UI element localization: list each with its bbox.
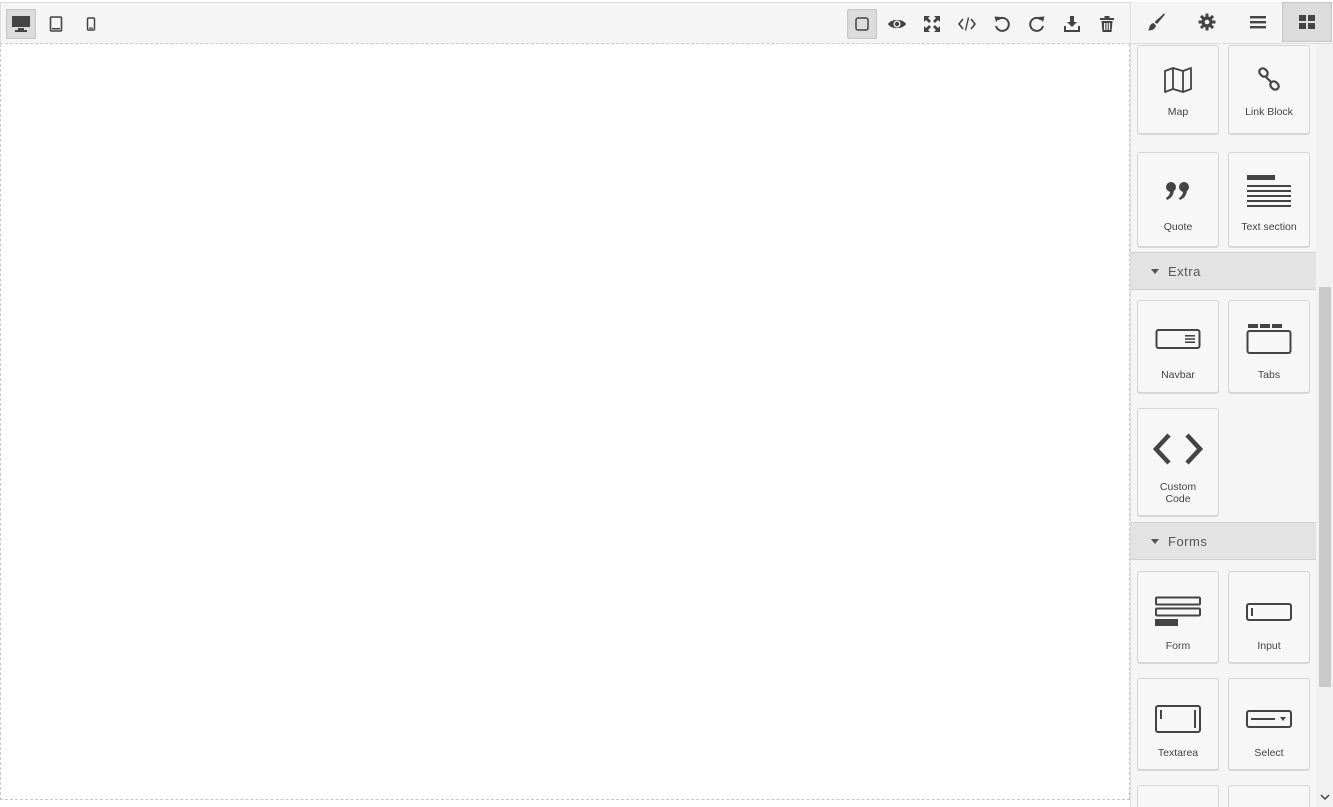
scroll-down-button[interactable]: [1319, 791, 1331, 803]
device-tablet-button[interactable]: [41, 9, 71, 39]
editor-canvas[interactable]: [0, 44, 1130, 800]
block-label: Input: [1257, 640, 1281, 652]
tab-style-manager[interactable]: [1131, 2, 1181, 42]
block-label: Quote: [1163, 221, 1193, 233]
preview-button[interactable]: [882, 9, 912, 39]
block-navbar[interactable]: Navbar: [1137, 300, 1219, 393]
blocks-grid-icon: [1299, 15, 1315, 29]
block-select[interactable]: Select: [1228, 678, 1310, 770]
editor-app: Map Link Block Quote Text section Extra …: [0, 0, 1333, 807]
code-view-button[interactable]: [952, 9, 982, 39]
block-label: Form: [1165, 640, 1191, 652]
block-quote[interactable]: Quote: [1137, 152, 1219, 247]
navbar-icon: [1155, 329, 1201, 349]
block-textarea[interactable]: Textarea: [1137, 678, 1219, 770]
text-section-icon: [1247, 175, 1291, 207]
map-icon: [1164, 67, 1192, 93]
quote-icon: [1166, 182, 1189, 200]
block-label: Text section: [1241, 221, 1297, 233]
block-label: Map: [1167, 106, 1189, 118]
link-icon: [1258, 67, 1280, 91]
block-label: Textarea: [1157, 747, 1199, 759]
export-button[interactable]: [1057, 9, 1087, 39]
category-label: Forms: [1168, 533, 1208, 549]
block-label: Select: [1254, 747, 1284, 759]
download-icon: [1064, 16, 1080, 32]
tablet-icon: [49, 16, 63, 32]
clear-canvas-button[interactable]: [1092, 9, 1122, 39]
fullscreen-button[interactable]: [917, 9, 947, 39]
block-label: Navbar: [1161, 369, 1195, 381]
preview-icon: [888, 19, 906, 29]
bars-icon: [1250, 16, 1266, 29]
chevron-down-icon: [1320, 793, 1330, 800]
block-partial[interactable]: [1137, 785, 1219, 807]
undo-button[interactable]: [987, 9, 1017, 39]
redo-button[interactable]: [1022, 9, 1052, 39]
block-label: Tabs: [1257, 369, 1281, 381]
textarea-icon: [1155, 705, 1201, 733]
paint-brush-icon: [1148, 13, 1165, 31]
gear-icon: [1198, 13, 1216, 31]
scrollbar-thumb[interactable]: [1319, 287, 1331, 687]
desktop-icon: [12, 16, 30, 32]
undo-icon: [994, 16, 1010, 32]
block-link-block[interactable]: Link Block: [1228, 45, 1310, 134]
category-label: Extra: [1168, 263, 1201, 279]
device-desktop-button[interactable]: [6, 9, 36, 39]
mobile-icon: [86, 17, 96, 31]
block-partial[interactable]: [1228, 785, 1310, 807]
custom-code-icon: [1153, 433, 1203, 465]
panel-tabs: [1131, 2, 1333, 44]
trash-icon: [1100, 16, 1114, 32]
tabs-icon: [1246, 324, 1292, 354]
caret-down-icon: [1151, 268, 1159, 274]
select-icon: [1246, 710, 1292, 728]
input-icon: [1246, 603, 1292, 621]
sw-visibility-icon: [855, 17, 869, 31]
block-label: Link Block: [1245, 106, 1293, 118]
form-icon: [1155, 596, 1201, 626]
block-input[interactable]: Input: [1228, 571, 1310, 663]
category-forms[interactable]: Forms: [1131, 522, 1316, 560]
panel-scrollbar[interactable]: [1316, 44, 1333, 807]
fullscreen-icon: [924, 16, 940, 32]
sw-visibility-button[interactable]: [847, 9, 877, 39]
block-label: Custom Code: [1159, 481, 1197, 505]
top-toolbar: [0, 2, 1130, 44]
category-extra[interactable]: Extra: [1131, 252, 1316, 290]
blocks-container: Map Link Block Quote Text section Extra …: [1131, 44, 1316, 807]
block-text-section[interactable]: Text section: [1228, 152, 1310, 247]
tab-layer-manager[interactable]: [1233, 2, 1283, 42]
right-panel: Map Link Block Quote Text section Extra …: [1130, 2, 1333, 807]
block-custom-code[interactable]: Custom Code: [1137, 408, 1219, 516]
block-map[interactable]: Map: [1137, 45, 1219, 134]
redo-icon: [1029, 16, 1045, 32]
block-tabs[interactable]: Tabs: [1228, 300, 1310, 393]
block-form[interactable]: Form: [1137, 571, 1219, 663]
device-mobile-button[interactable]: [76, 9, 106, 39]
caret-down-icon: [1151, 538, 1159, 544]
tab-trait-manager[interactable]: [1182, 2, 1232, 42]
tab-blocks[interactable]: [1282, 2, 1332, 42]
code-icon: [957, 17, 977, 31]
